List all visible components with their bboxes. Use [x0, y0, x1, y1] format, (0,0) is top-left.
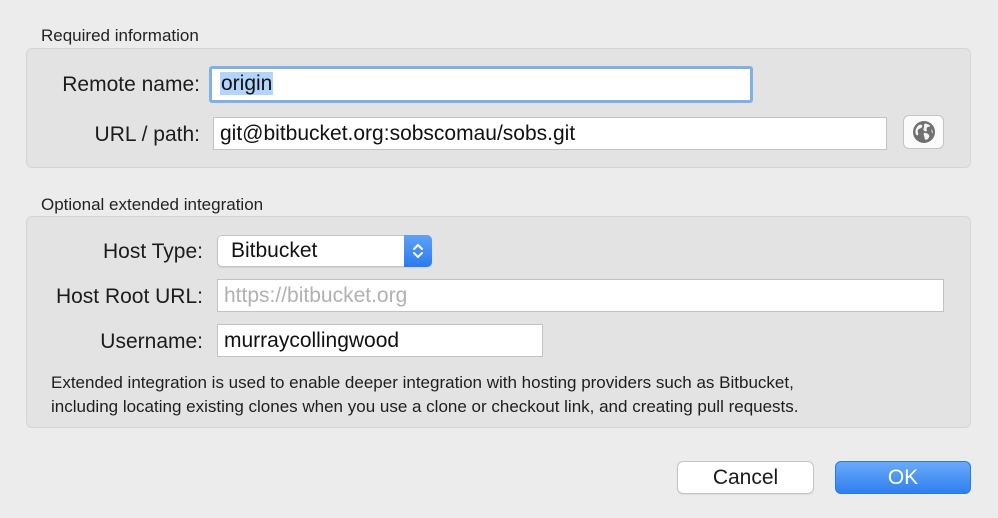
- help-text-line-2: including locating existing clones when …: [51, 397, 799, 416]
- remote-name-field[interactable]: origin: [209, 66, 753, 103]
- url-value: git@bitbucket.org:sobscomau/sobs.git: [220, 122, 576, 145]
- username-value: murraycollingwood: [224, 329, 400, 352]
- username-label: Username:: [100, 330, 203, 353]
- url-label: URL / path:: [94, 123, 200, 146]
- help-text-line-1: Extended integration is used to enable d…: [51, 373, 794, 392]
- host-type-select[interactable]: Bitbucket: [217, 235, 432, 267]
- remote-name-value: origin: [220, 72, 274, 95]
- optional-section-title: Optional extended integration: [41, 195, 264, 214]
- browse-url-button[interactable]: [903, 115, 944, 149]
- integration-help-text: Extended integration is used to enable d…: [51, 371, 951, 419]
- globe-icon: [912, 121, 935, 143]
- username-field[interactable]: murraycollingwood: [217, 324, 543, 357]
- chevron-up-down-icon: [404, 235, 432, 267]
- remote-name-label: Remote name:: [62, 73, 200, 96]
- url-field[interactable]: git@bitbucket.org:sobscomau/sobs.git: [213, 117, 887, 150]
- ok-button[interactable]: OK: [835, 461, 971, 494]
- host-root-url-placeholder: https://bitbucket.org: [224, 284, 408, 307]
- host-type-value: Bitbucket: [231, 239, 318, 262]
- cancel-button[interactable]: Cancel: [677, 461, 814, 494]
- host-type-label: Host Type:: [103, 240, 203, 263]
- required-section-title: Required information: [41, 26, 199, 45]
- host-root-url-field[interactable]: https://bitbucket.org: [217, 279, 944, 312]
- host-root-url-label: Host Root URL:: [55, 285, 203, 308]
